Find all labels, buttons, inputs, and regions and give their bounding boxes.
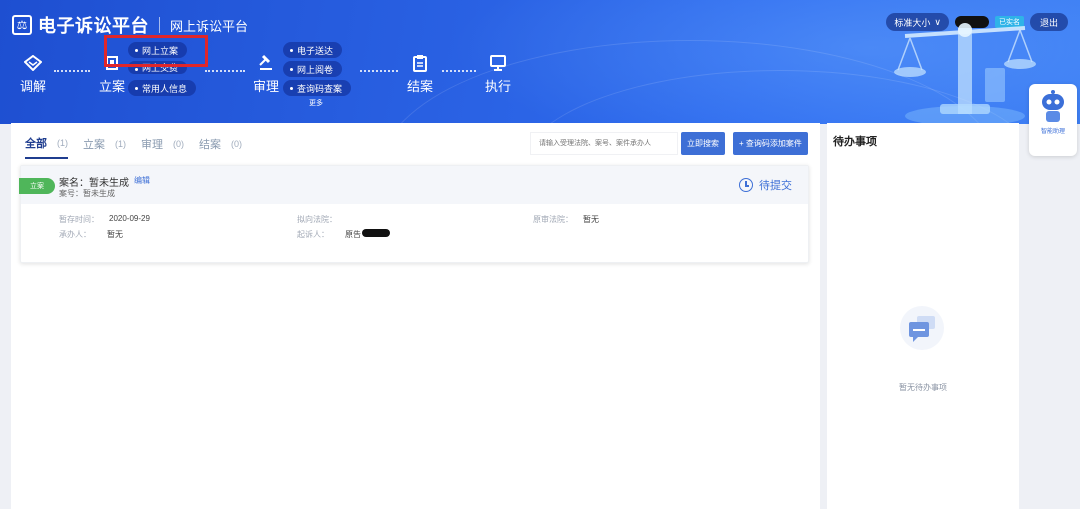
- search-button[interactable]: 立即搜索: [681, 132, 725, 155]
- case-number-label: 案号：: [59, 189, 83, 198]
- field-label: 起诉人：: [297, 230, 329, 239]
- tab-all[interactable]: 全部 (1): [25, 135, 68, 159]
- todo-panel-title: 待办事项: [833, 136, 877, 148]
- case-list-panel: 全部 (1) 立案 (1) 审理 (0) 结案 (0) 立即搜索 + 查询码添加…: [11, 123, 820, 509]
- field-value: 暂无: [583, 215, 599, 224]
- flow-node-execution[interactable]: 执行: [485, 52, 511, 95]
- redacted-name: [362, 229, 390, 237]
- smart-assistant-label: 智能助理: [1040, 129, 1065, 135]
- field-value: 暂无: [107, 230, 123, 239]
- field-label: 原审法院：: [533, 215, 573, 224]
- pending-submit-label: 待提交: [759, 180, 792, 192]
- flow-node-label: 立案: [99, 79, 126, 94]
- target-court-field: 拟向法院：: [297, 214, 337, 225]
- tab-trial[interactable]: 审理 (0): [141, 135, 184, 159]
- handler-field: 承办人： 暂无: [59, 229, 123, 240]
- gavel-icon: [255, 52, 277, 74]
- status-badge: 立案: [19, 178, 55, 194]
- field-value: 原告: [345, 230, 361, 239]
- tab-count: (1): [57, 138, 68, 148]
- frequent-contacts-link[interactable]: 常用人信息: [128, 80, 197, 96]
- original-court-field: 原审法院： 暂无: [533, 214, 599, 225]
- case-search-input[interactable]: [530, 132, 678, 155]
- submitter-field: 起诉人： 原告: [297, 229, 390, 240]
- flow-connector: [360, 70, 398, 72]
- robot-icon: [1042, 90, 1064, 122]
- e-delivery-link[interactable]: 电子送达: [283, 42, 343, 58]
- brand-subtitle: 网上诉讼平台: [170, 18, 249, 34]
- tab-count: (0): [173, 139, 184, 149]
- flow-node-label: 执行: [485, 79, 512, 94]
- flow-node-mediation[interactable]: 调解: [20, 52, 46, 95]
- tab-label: 结案: [199, 139, 221, 151]
- add-case-by-code-button[interactable]: + 查询码添加案件: [733, 132, 808, 155]
- flow-connector: [205, 70, 245, 72]
- tab-label: 审理: [141, 139, 163, 151]
- case-number-value: 暂未生成: [83, 189, 115, 198]
- flow-node-label: 调解: [20, 79, 47, 94]
- flow-connector: [442, 70, 476, 72]
- flow-connector: [54, 70, 90, 72]
- monitor-icon: [487, 52, 509, 74]
- smart-assistant-button[interactable]: 智能助理: [1029, 84, 1077, 156]
- diamond-icon: [22, 52, 44, 74]
- case-name: 案名：暂未生成: [59, 174, 129, 189]
- field-label: 暂存时间：: [59, 215, 99, 224]
- justice-scale-illustration: [894, 23, 1036, 124]
- clipboard-icon: [409, 52, 431, 74]
- tab-closed[interactable]: 结案 (0): [199, 135, 242, 159]
- more-link[interactable]: 更多: [309, 98, 323, 108]
- tab-label: 全部: [25, 138, 47, 150]
- todo-panel: 待办事项 暂无待办事项: [827, 123, 1019, 509]
- query-code-case-link[interactable]: 查询码查案: [283, 80, 352, 96]
- logo-divider: [159, 17, 160, 33]
- scale-logo-icon: ⚖: [12, 15, 32, 35]
- highlight-annotation-box: [104, 35, 208, 67]
- empty-state-text: 暂无待办事项: [899, 383, 947, 392]
- flow-node-label: 结案: [407, 79, 434, 94]
- pending-submit-button[interactable]: 待提交: [739, 177, 792, 193]
- edit-case-link[interactable]: 编辑: [134, 175, 150, 186]
- field-label: 拟向法院：: [297, 215, 337, 224]
- save-time-field: 暂存时间： 2020-09-29: [59, 214, 150, 225]
- online-file-review-link[interactable]: 网上阅卷: [283, 61, 343, 77]
- case-status-tabs: 全部 (1) 立案 (1) 审理 (0) 结案 (0): [25, 135, 257, 159]
- clock-icon: [739, 178, 753, 192]
- field-value: 2020-09-29: [109, 214, 150, 223]
- case-card-header: 立案 案名：暂未生成 编辑 案号：暂未生成 待提交: [19, 166, 808, 204]
- top-header: ⚖ 电子诉讼平台 网上诉讼平台 标准大小 ∨ 已实名 退出 调解 立案 审理 结…: [0, 0, 1080, 124]
- case-number: 案号：暂未生成: [59, 188, 115, 199]
- tab-count: (1): [115, 139, 126, 149]
- case-card[interactable]: 立案 案名：暂未生成 编辑 案号：暂未生成 待提交 暂存时间： 2020-09-…: [19, 165, 809, 263]
- field-label: 承办人：: [59, 230, 91, 239]
- tab-label: 立案: [83, 139, 105, 151]
- flow-node-closing[interactable]: 结案: [407, 52, 433, 95]
- flow-node-trial[interactable]: 审理: [253, 52, 279, 95]
- tab-count: (0): [231, 139, 242, 149]
- empty-chat-icon: [900, 306, 944, 350]
- tab-filing[interactable]: 立案 (1): [83, 135, 126, 159]
- flow-node-label: 审理: [253, 79, 280, 94]
